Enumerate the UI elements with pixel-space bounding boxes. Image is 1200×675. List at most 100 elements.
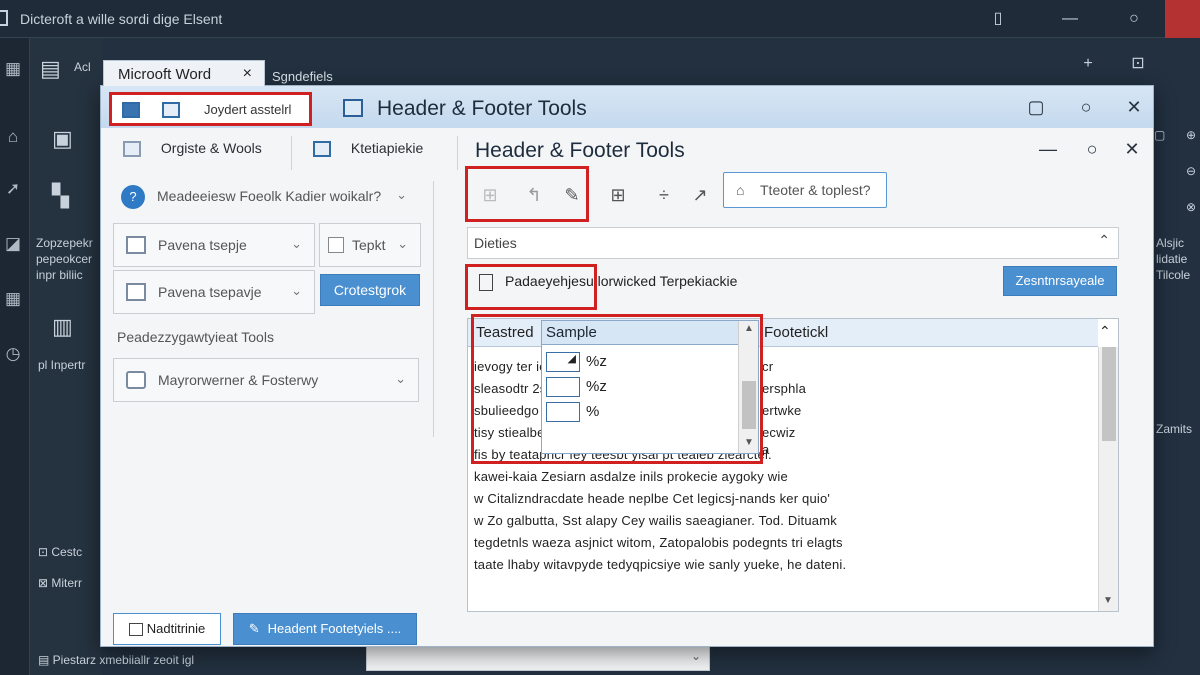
sample-value: %z bbox=[586, 353, 607, 370]
page-icon bbox=[126, 283, 146, 301]
insert-page-icon[interactable]: ⊞ bbox=[477, 182, 503, 208]
os-close-button[interactable] bbox=[1165, 0, 1200, 38]
minimize-icon[interactable]: — bbox=[1058, 7, 1082, 31]
edit-icon[interactable]: ✎ bbox=[559, 182, 585, 208]
sample-popup[interactable]: Sample ◢ %z %z % ▲ ▼ bbox=[541, 320, 759, 454]
popup-header: Sample bbox=[542, 321, 758, 345]
panel-label: Acl bbox=[74, 60, 91, 74]
navigation-button[interactable]: Nadtitrinie bbox=[113, 613, 221, 645]
window-title: Header & Footer Tools bbox=[377, 97, 587, 120]
apps-icon[interactable]: ▦ bbox=[2, 288, 24, 310]
image-icon[interactable]: ◪ bbox=[2, 233, 24, 255]
grid-right-line: ertwke bbox=[762, 403, 802, 418]
right-text-4: Zamits bbox=[1156, 422, 1192, 436]
doc-label[interactable]: Padaeyehjesu lorwicked Terpekiackie bbox=[479, 273, 737, 291]
sample-row[interactable]: %z bbox=[546, 376, 726, 398]
scroll-up-icon[interactable]: ▲ bbox=[744, 323, 754, 334]
bg-export-icon[interactable]: ⊡ bbox=[1126, 52, 1150, 76]
layout-icon[interactable]: ▤ bbox=[40, 56, 61, 82]
align-icon[interactable]: ÷ bbox=[651, 182, 677, 208]
monitor-icon[interactable]: ▣ bbox=[52, 126, 73, 152]
document-icon bbox=[479, 273, 493, 291]
os-title: Dicteroft a wille sordi dige Elsent bbox=[20, 11, 223, 27]
navigation-button-label: Nadtitrinie bbox=[146, 621, 206, 636]
styles-button-label: Headent Footetyiels .... bbox=[267, 621, 402, 636]
panel-bottom-2[interactable]: ⊠ Miterr bbox=[38, 576, 82, 591]
chevron-down-icon: ⌄ bbox=[690, 649, 701, 663]
grid-scrollbar[interactable]: ▼ bbox=[1098, 347, 1118, 611]
chevron-down-icon: ⌄ bbox=[397, 236, 408, 251]
restore-icon[interactable]: ▢ bbox=[1025, 96, 1047, 118]
apply-button[interactable]: Zesntnrsayeale bbox=[1003, 266, 1117, 296]
tab-organize[interactable]: Orgiste & Wools bbox=[123, 140, 262, 158]
cursor-icon[interactable]: ➚ bbox=[2, 178, 24, 200]
panel-link[interactable]: pl Inpertr bbox=[38, 358, 85, 373]
grid-line: tegdetnls waeza asjnict witom, Zatopalob… bbox=[474, 535, 843, 550]
sample-input[interactable] bbox=[546, 402, 580, 422]
ribbon-label: Joydert asstelrl bbox=[204, 102, 292, 117]
option-dropdown-2[interactable]: Pavena tsepavje ⌄ bbox=[113, 270, 315, 314]
os-right-panel: ▢ ⊕ ⊖ ⊗ Alsjic lidatie Tilcole Zamits bbox=[1154, 52, 1200, 675]
grid-scroll-thumb[interactable] bbox=[1102, 347, 1116, 441]
header-footer-options-button[interactable]: ⌂ Tteoter & toplest? bbox=[723, 172, 887, 208]
grid-col-3[interactable]: Footetickl bbox=[764, 324, 828, 341]
bg-plus-icon[interactable]: + bbox=[1076, 52, 1100, 76]
ribbon-highlight[interactable]: Joydert asstelrl bbox=[109, 92, 312, 126]
option-dropdown-3[interactable]: Mayrorwerner & Fosterwy ⌄ bbox=[113, 358, 419, 402]
checkbox[interactable] bbox=[328, 237, 344, 253]
close-icon[interactable]: ✕ bbox=[1123, 96, 1145, 118]
bottom-status: ▤ Piestarz xmebiiallr zeoit igl bbox=[38, 653, 195, 667]
tab-tables[interactable]: Ktetiapiekie bbox=[313, 140, 424, 158]
sample-row[interactable]: % bbox=[546, 401, 726, 423]
folder-icon: ⌂ bbox=[736, 182, 745, 198]
panel-bottom-1[interactable]: ⊡ Cestc bbox=[38, 545, 82, 560]
grid-right-line: ecwiz bbox=[762, 425, 796, 440]
maximize-icon[interactable]: ○ bbox=[1075, 96, 1097, 118]
right-icon-1[interactable]: ▢ bbox=[1154, 128, 1165, 143]
tab-tables-label: Ktetiapiekie bbox=[350, 140, 424, 156]
word-tab[interactable]: Microoft Word × bbox=[103, 60, 265, 88]
table-icon[interactable]: ⊞ bbox=[605, 182, 631, 208]
link-icon[interactable]: ↗ bbox=[687, 182, 713, 208]
sample-input[interactable] bbox=[546, 377, 580, 397]
grid-right-line: cr bbox=[762, 359, 774, 374]
document-icon[interactable]: ▥ bbox=[52, 314, 73, 340]
dropdown-3-label: Mayrorwerner & Fosterwy bbox=[158, 372, 319, 388]
grid-collapse-icon[interactable]: ⌃ bbox=[1099, 323, 1111, 340]
grid-icon[interactable]: ▦ bbox=[2, 58, 24, 80]
create-group-button[interactable]: Crotestgrok bbox=[320, 274, 420, 306]
pane-title: Header & Footer Tools bbox=[475, 139, 685, 162]
pane-minimize-icon[interactable]: — bbox=[1037, 138, 1059, 160]
page-icon bbox=[126, 236, 146, 254]
sample-input[interactable]: ◢ bbox=[546, 352, 580, 372]
details-combo[interactable]: Dieties ⌃ bbox=[467, 227, 1119, 259]
panel-text-1: Zopzepekr bbox=[36, 236, 93, 250]
header-footer-styles-button[interactable]: ✎ Headent Footetyiels .... bbox=[233, 613, 417, 645]
network-icon[interactable]: ▚ bbox=[52, 183, 69, 209]
popup-scroll-thumb[interactable] bbox=[742, 381, 756, 429]
clock-icon[interactable]: ◷ bbox=[2, 343, 24, 365]
right-icon-4[interactable]: ⊗ bbox=[1186, 200, 1196, 215]
background-bottom-field[interactable]: ⌄ bbox=[366, 647, 710, 671]
phone-icon[interactable]: ▯ bbox=[986, 7, 1010, 31]
sample-row[interactable]: ◢ %z bbox=[546, 351, 726, 373]
arrow-icon[interactable]: ↰ bbox=[521, 182, 547, 208]
popup-scrollbar[interactable]: ▲ ▼ bbox=[738, 321, 758, 453]
right-icon-2[interactable]: ⊕ bbox=[1186, 128, 1196, 143]
question-dropdown[interactable]: ? Meadeeiesw Foeolk Kadier woikalr? ⌄ bbox=[113, 175, 419, 219]
scroll-down-icon[interactable]: ▼ bbox=[1103, 595, 1113, 606]
tab-organize-label: Orgiste & Wools bbox=[160, 140, 262, 156]
option-dropdown-1[interactable]: Pavena tsepje ⌄ bbox=[113, 223, 315, 267]
grid-right-line: a bbox=[762, 442, 770, 457]
maximize-icon[interactable]: ○ bbox=[1122, 7, 1146, 31]
calendar-icon bbox=[126, 371, 146, 389]
grid-line: w Zo galbutta, Sst alapy Cey wailis saea… bbox=[474, 513, 837, 528]
pane-maximize-icon[interactable]: ○ bbox=[1081, 138, 1103, 160]
scroll-down-icon[interactable]: ▼ bbox=[744, 437, 754, 448]
text-checkbox[interactable]: Tepkt ⌄ bbox=[319, 223, 421, 267]
home-icon[interactable]: ⌂ bbox=[2, 126, 24, 148]
right-icon-3[interactable]: ⊖ bbox=[1186, 164, 1196, 179]
pane-close-icon[interactable]: ✕ bbox=[1121, 138, 1143, 160]
close-tab-icon[interactable]: × bbox=[243, 65, 252, 83]
doc-label-text: Padaeyehjesu lorwicked Terpekiackie bbox=[505, 273, 738, 289]
